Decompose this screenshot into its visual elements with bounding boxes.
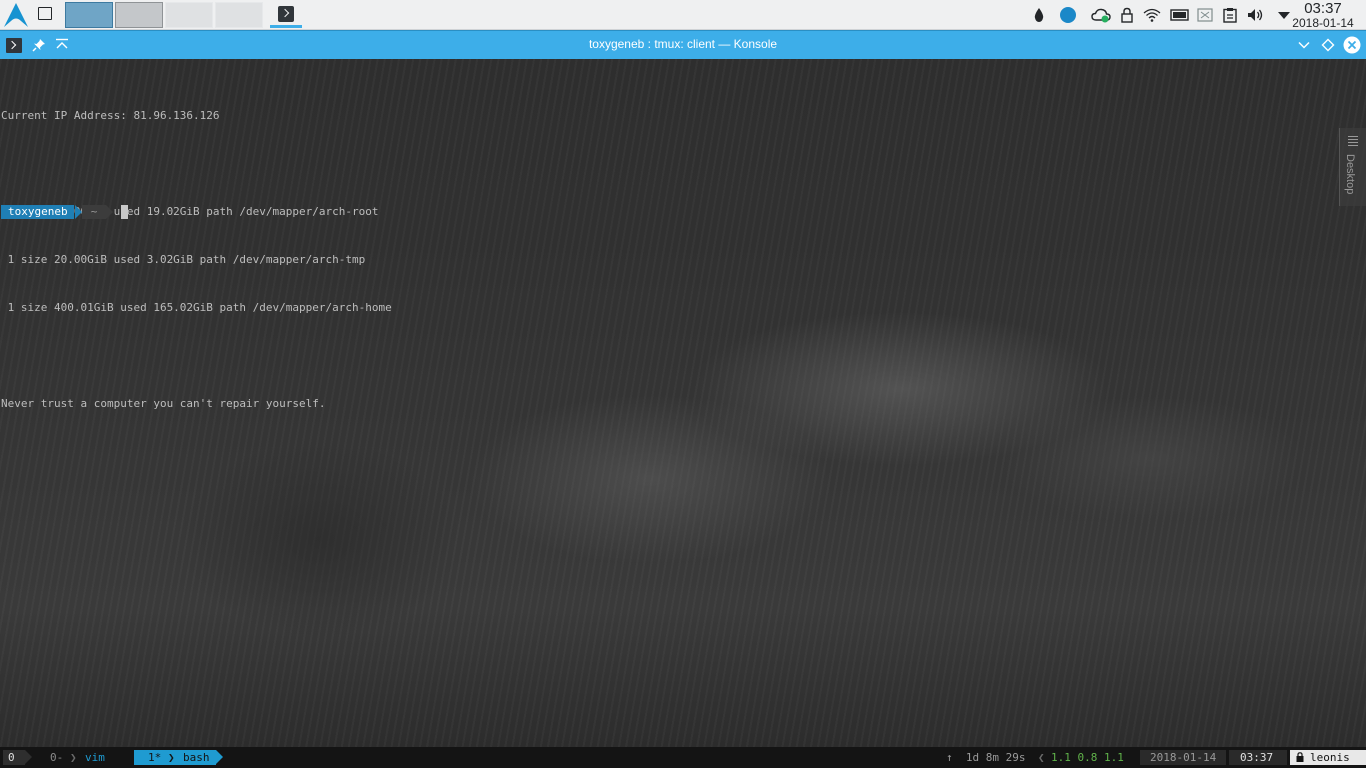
konsole-icon <box>278 6 294 22</box>
prompt-separator <box>106 205 113 219</box>
terminal-line: Current IP Address: 81.96.136.126 <box>1 109 220 122</box>
terminal-area[interactable]: Current IP Address: 81.96.136.126 1 size… <box>0 59 1366 747</box>
lock-icon <box>1296 752 1304 762</box>
tmux-separator: ❯ <box>168 751 175 764</box>
tmux-window-1-index[interactable]: 1* <box>148 750 161 765</box>
tmux-window-0-index[interactable]: 0- <box>50 750 63 765</box>
show-desktop-icon[interactable] <box>38 7 52 20</box>
prompt-user: toxygeneb <box>1 205 74 219</box>
terminal-output: Current IP Address: 81.96.136.126 1 size… <box>1 76 392 444</box>
top-panel: 03:37 2018-01-14 <box>0 0 1366 30</box>
tmux-time: 03:37 <box>1240 751 1274 764</box>
tmux-separator <box>216 750 223 764</box>
prompt-separator <box>75 205 82 219</box>
tmux-separator: ❯ <box>70 751 77 764</box>
clock-time: 03:37 <box>1304 0 1342 17</box>
tmux-status-bar: 0 0- ❯ vim 1* ❯ bash ↑ 1d 8m 29s ❮ 1.1 0… <box>0 747 1366 768</box>
menu-lines-icon <box>1348 136 1358 146</box>
clock-date: 2018-01-14 <box>1292 16 1354 30</box>
arch-linux-logo-icon[interactable] <box>2 2 30 28</box>
pager-desktop-2[interactable] <box>115 2 163 28</box>
tmux-window-0-name[interactable]: vim <box>85 750 105 765</box>
close-icon[interactable] <box>1343 36 1361 54</box>
tmux-hostname: leonis <box>1310 751 1350 764</box>
battery-icon[interactable] <box>1170 7 1190 23</box>
terminal-line: 1 size 400.01GiB used 165.02GiB path /de… <box>1 301 392 314</box>
tmux-uptime: ↑ 1d 8m 29s <box>946 751 1026 764</box>
pager-desktop-1[interactable] <box>65 2 113 28</box>
tmux-date: 2018-01-14 <box>1150 751 1217 764</box>
prompt-dir: ~ <box>82 205 106 219</box>
active-task-indicator <box>270 25 302 28</box>
ink-drop-icon[interactable] <box>1031 7 1047 23</box>
text-cursor <box>121 205 128 219</box>
cloud-check-icon[interactable] <box>1091 7 1111 23</box>
wifi-icon[interactable] <box>1143 7 1161 23</box>
desktop-sidebar-tab[interactable]: Desktop <box>1339 128 1366 206</box>
disabled-box-icon[interactable] <box>1197 7 1213 23</box>
desktop-tab-label: Desktop <box>1344 154 1356 195</box>
tmux-session: 0 <box>3 750 25 765</box>
terminal-line: Never trust a computer you can't repair … <box>1 397 326 410</box>
lock-icon[interactable] <box>1119 7 1135 23</box>
tmux-load-average: 1.1 0.8 1.1 <box>1051 751 1124 764</box>
pager-desktop-3[interactable] <box>165 2 213 28</box>
maximize-icon[interactable] <box>1320 37 1336 53</box>
tmux-window-1-name[interactable]: bash <box>183 750 210 765</box>
window-title: toxygeneb : tmux: client — Konsole <box>588 37 778 51</box>
tmux-separator <box>25 750 32 764</box>
tmux-separator: ❮ <box>1038 751 1045 764</box>
clipboard-icon[interactable] <box>1222 7 1238 23</box>
window-titlebar[interactable]: toxygeneb : tmux: client — Konsole <box>0 30 1366 59</box>
volume-icon[interactable] <box>1247 7 1265 23</box>
taskbar-item-konsole[interactable] <box>268 2 304 28</box>
clock[interactable]: 03:37 2018-01-14 <box>1288 1 1358 30</box>
pager-desktop-4[interactable] <box>215 2 263 28</box>
terminal-line: 1 size 20.00GiB used 3.02GiB path /dev/m… <box>1 253 366 266</box>
dropbox-dot-icon[interactable] <box>1059 6 1077 24</box>
minimize-icon[interactable] <box>1296 37 1312 53</box>
